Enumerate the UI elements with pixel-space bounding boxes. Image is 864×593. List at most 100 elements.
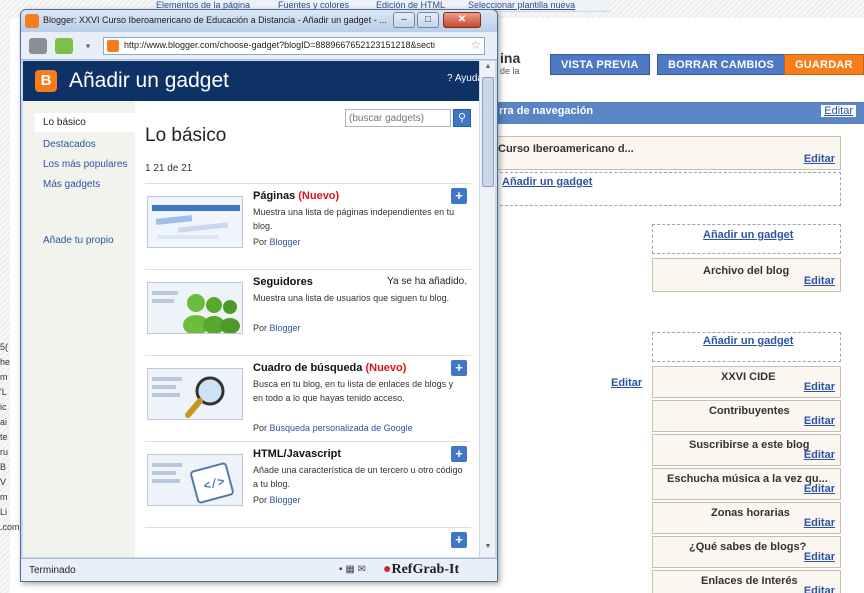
- section-title: Lo básico: [145, 125, 227, 146]
- scroll-thumb[interactable]: [482, 77, 494, 187]
- gadget-edit-link[interactable]: Editar: [804, 517, 835, 529]
- add-gadget-plus-icon[interactable]: +: [451, 188, 467, 204]
- result-count: 1 21 de 21: [145, 163, 193, 174]
- gadget-edit-link[interactable]: Editar: [804, 483, 835, 495]
- gadget-edit-link[interactable]: Editar: [804, 449, 835, 461]
- gadget-edit-link[interactable]: Editar: [804, 381, 835, 393]
- status-text: Terminado: [29, 565, 76, 576]
- by-label: Por: [253, 495, 268, 505]
- header-widget: Curso Iberoamericano d... Editar: [495, 136, 841, 170]
- bookmark-star-icon[interactable]: ☆: [470, 38, 481, 52]
- search-icon[interactable]: ⚲: [453, 109, 471, 127]
- gadget-author: Por Búsqueda personalizada de Google: [253, 423, 413, 433]
- blogger-favicon-icon: [25, 14, 39, 28]
- header-widget-title: Curso Iberoamericano d...: [498, 143, 634, 155]
- dropdown-arrow-icon[interactable]: ▾: [81, 38, 95, 54]
- navbar-widget: rra de navegación Editar: [495, 102, 864, 124]
- refgrab-watermark: ●RefGrab-It: [383, 562, 459, 578]
- new-badge: (Nuevo): [365, 362, 407, 374]
- gadget-description: Muestra una lista de páginas independien…: [253, 207, 455, 231]
- main-add-gadget-link[interactable]: Añadir un gadget: [502, 176, 592, 188]
- main-add-gadget-zone: Añadir un gadget: [495, 172, 841, 206]
- status-tray-icons: ▪ ▦ ✉: [339, 564, 366, 575]
- dialog-header: B Añadir un gadget ? Ayuda: [23, 61, 495, 101]
- header-widget-edit-link[interactable]: Editar: [804, 153, 835, 165]
- minimize-button[interactable]: –: [393, 12, 415, 28]
- page-title-fragment: ina: [500, 50, 521, 66]
- gadget-edit-link[interactable]: Editar: [804, 551, 835, 563]
- by-label: Por: [253, 323, 268, 333]
- scroll-up-icon[interactable]: ▲: [482, 63, 494, 73]
- help-link[interactable]: ? Ayuda: [447, 73, 483, 84]
- author-link[interactable]: Blogger: [270, 495, 301, 505]
- gadget-edit-link[interactable]: Editar: [804, 275, 835, 287]
- gadget-name: Seguidores: [253, 276, 313, 288]
- navbar-edit-link[interactable]: Editar: [821, 105, 856, 117]
- gadget-que-sabes: ¿Qué sabes de blogs? Editar: [652, 536, 841, 568]
- new-badge: (Nuevo): [298, 190, 340, 202]
- gadget-enlaces: Enlaces de Interés Editar: [652, 570, 841, 593]
- window-titlebar[interactable]: Blogger: XXVI Curso Iberoamericano de Ed…: [21, 10, 497, 32]
- gadget-archivo: Archivo del blog Editar: [652, 258, 841, 292]
- pages-thumbnail-icon: [147, 196, 243, 248]
- by-label: Por: [253, 423, 268, 433]
- add-gadget-plus-icon[interactable]: +: [451, 360, 467, 376]
- author-link[interactable]: Blogger: [270, 237, 301, 247]
- by-label: Por: [253, 237, 268, 247]
- gadget-author: Por Blogger: [253, 237, 301, 247]
- gadget-title: Archivo del blog: [703, 265, 790, 277]
- sidebar-add-gadget-zone-2: Añadir un gadget: [652, 332, 841, 362]
- add-your-own-link[interactable]: Añade tu propio: [43, 235, 114, 246]
- clear-changes-button[interactable]: BORRAR CAMBIOS: [657, 54, 786, 75]
- gadget-search-input[interactable]: [345, 109, 451, 127]
- gadget-title: Zonas horarias: [711, 507, 790, 519]
- gadget-author: Por Blogger: [253, 495, 301, 505]
- preview-button[interactable]: VISTA PREVIA: [550, 54, 650, 75]
- gadget-description: Muestra una lista de usuarios que siguen…: [253, 293, 450, 303]
- gadget-title: Contribuyentes: [709, 405, 790, 417]
- author-link[interactable]: Blogger: [270, 323, 301, 333]
- vertical-scrollbar[interactable]: ▲ ▼: [479, 61, 495, 557]
- site-favicon-icon: [107, 40, 119, 52]
- blogger-logo-icon: B: [35, 70, 57, 92]
- maximize-button[interactable]: □: [417, 12, 439, 28]
- main-edit-link[interactable]: Editar: [611, 377, 642, 389]
- sidebar-add-gadget-link[interactable]: Añadir un gadget: [703, 229, 793, 241]
- gadget-item-next: +: [145, 527, 471, 557]
- popup-window: Blogger: XXVI Curso Iberoamericano de Ed…: [20, 9, 498, 582]
- html-thumbnail-icon: </>: [147, 454, 243, 506]
- toolbar-green-icon[interactable]: [55, 38, 73, 54]
- gadget-contribuyentes: Contribuyentes Editar: [652, 400, 841, 432]
- gadget-edit-link[interactable]: Editar: [804, 585, 835, 593]
- sidebar-add-gadget-link-2[interactable]: Añadir un gadget: [703, 335, 793, 347]
- gadget-author: Por Blogger: [253, 323, 301, 333]
- category-sidebar: Lo básico Destacados Los más populares M…: [23, 101, 135, 557]
- gadget-title: ¿Qué sabes de blogs?: [689, 541, 807, 553]
- gadget-title: Enlaces de Interés: [701, 575, 798, 587]
- gadget-title: Suscribirse a este blog: [689, 439, 810, 451]
- scroll-down-icon[interactable]: ▼: [482, 543, 494, 553]
- sidebar-add-gadget-zone: Añadir un gadget: [652, 224, 841, 254]
- gadget-list-panel: Lo básico ⚲ 1 21 de 21 Páginas (Nuevo) M…: [135, 101, 477, 557]
- address-field[interactable]: http://www.blogger.com/choose-gadget?blo…: [103, 37, 485, 55]
- gadget-item-seguidores: Seguidores Ya se ha añadido. Muestra una…: [145, 269, 471, 353]
- category-destacados[interactable]: Destacados: [43, 139, 96, 150]
- gadget-name-text: Páginas: [253, 190, 296, 202]
- category-lo-basico[interactable]: Lo básico: [35, 113, 135, 132]
- category-mas-gadgets[interactable]: Más gadgets: [43, 179, 100, 190]
- gadget-zonas-horarias: Zonas horarias Editar: [652, 502, 841, 534]
- category-mas-populares[interactable]: Los más populares: [43, 159, 128, 170]
- add-gadget-plus-icon[interactable]: +: [451, 532, 467, 548]
- gadget-name: HTML/Javascript: [253, 448, 342, 460]
- address-toolbar: ▾ http://www.blogger.com/choose-gadget?b…: [21, 32, 497, 60]
- gadget-item-cuadro-busqueda: Cuadro de búsqueda (Nuevo) Busca en tu b…: [145, 355, 471, 439]
- gadget-item-paginas: Páginas (Nuevo) Muestra una lista de pág…: [145, 183, 471, 267]
- save-button[interactable]: GUARDAR: [784, 54, 864, 75]
- author-link[interactable]: Búsqueda personalizada de Google: [270, 423, 413, 433]
- add-gadget-plus-icon[interactable]: +: [451, 446, 467, 462]
- window-title: Blogger: XXVI Curso Iberoamericano de Ed…: [43, 15, 387, 25]
- gadget-edit-link[interactable]: Editar: [804, 415, 835, 427]
- page-subtitle-fragment: de la: [500, 66, 520, 76]
- close-button[interactable]: ✕: [443, 12, 481, 28]
- toolbar-app-icon[interactable]: [29, 38, 47, 54]
